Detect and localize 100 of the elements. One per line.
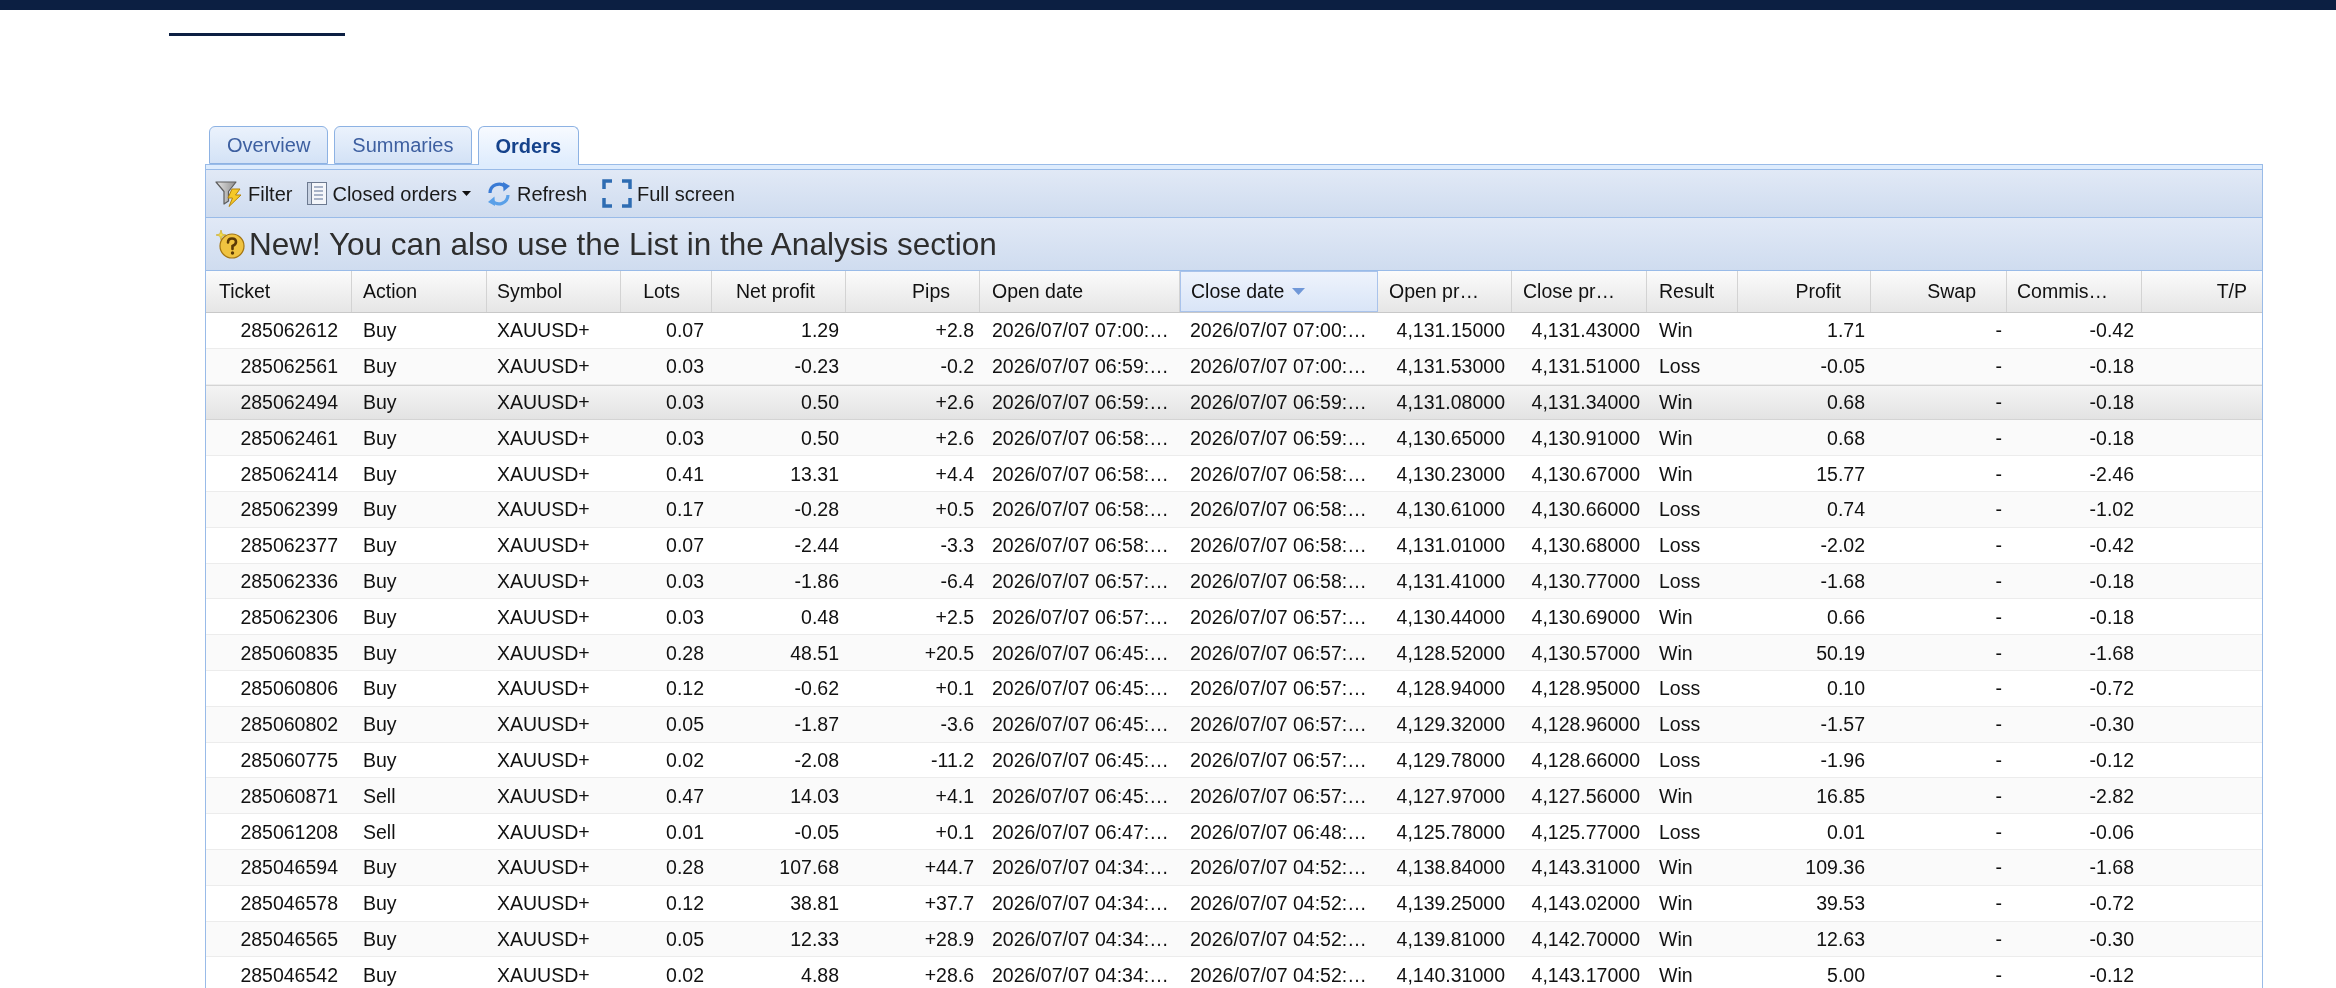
table-cell-text: 1.29	[800, 319, 840, 342]
column-header[interactable]: Symbol	[487, 271, 621, 312]
column-header[interactable]: T/P	[2142, 271, 2262, 312]
table-cell-text: Loss	[1658, 820, 1702, 843]
column-header[interactable]: Close date	[1180, 271, 1378, 312]
table-cell-text: 0.07	[665, 319, 705, 342]
table-cell-text: Win	[1658, 605, 1694, 628]
table-cell-text: 285046594	[239, 856, 339, 879]
table-cell-text: XAUUSD+	[496, 426, 591, 449]
table-cell-text: Buy	[362, 963, 398, 986]
table-cell-text: 0.01	[665, 820, 705, 843]
table-cell-text: Win	[1658, 892, 1694, 915]
table-cell-text: 4,127.97000	[1395, 784, 1506, 807]
table-cell-text: Buy	[362, 677, 398, 700]
table-row[interactable]: 285062336 Buy XAUUSD+ 0.03 -1.86 -6.4 2026/07/07 06:57:… 2026/07/07 06:58:… 4,131.41000 4,130.77000 Loss -1.68 - -0.18	[206, 563, 2262, 600]
table-cell-text: 2026/07/07 06:57:…	[1189, 713, 1368, 736]
table-cell-text: -	[1994, 677, 2003, 700]
table-cell-text: 4,130.23000	[1395, 462, 1506, 485]
table-cell-text: 285046565	[239, 927, 339, 950]
table-cell-text: 2026/07/07 06:59:…	[991, 391, 1170, 414]
table-cell-text: -0.42	[2088, 319, 2135, 342]
table-cell-text: 2026/07/07 04:52:…	[1189, 856, 1368, 879]
table-cell-text: 0.03	[665, 605, 705, 628]
table-cell-text: Buy	[362, 426, 398, 449]
table-cell-text: Buy	[362, 498, 398, 521]
table-cell-text: Sell	[362, 784, 397, 807]
table-row[interactable]: 285062561 Buy XAUUSD+ 0.03 -0.23 -0.2 2026/07/07 06:59:… 2026/07/07 07:00:… 4,131.53000 4,131.51000 Loss -0.05 - -0.18	[206, 348, 2262, 385]
table-cell-text: 4,125.78000	[1395, 820, 1506, 843]
table-row[interactable]: 285046565 Buy XAUUSD+ 0.05 12.33 +28.9 2026/07/07 04:34:… 2026/07/07 04:52:… 4,139.81000 4,142.70000 Win 12.63 - -0.30	[206, 921, 2262, 958]
table-cell-text: 285062461	[239, 426, 339, 449]
menu-button[interactable]: Closed orders	[304, 176, 474, 211]
table-cell-text: -	[1994, 856, 2003, 879]
table-cell-text: 2026/07/07 06:57:…	[1189, 784, 1368, 807]
question-mark-icon	[215, 229, 245, 259]
table-cell-text: XAUUSD+	[496, 462, 591, 485]
table-row[interactable]: 285046594 Buy XAUUSD+ 0.28 107.68 +44.7 2026/07/07 04:34:… 2026/07/07 04:52:… 4,138.84000 4,143.31000 Win 109.36 - -1.68	[206, 849, 2262, 886]
table-cell-text: -0.18	[2088, 355, 2135, 378]
table-cell-text: 13.31	[789, 462, 840, 485]
table-cell-text: -0.72	[2088, 892, 2135, 915]
table-cell-text: -0.12	[2088, 748, 2135, 771]
column-header[interactable]: Lots	[621, 271, 712, 312]
table-cell-text: +4.1	[934, 784, 975, 807]
table-cell-text: -0.42	[2088, 534, 2135, 557]
filter-button[interactable]: Filter	[212, 176, 296, 211]
table-cell-text: 4,128.94000	[1395, 677, 1506, 700]
table-cell-text: -0.05	[793, 820, 840, 843]
table-cell-text: Loss	[1658, 713, 1702, 736]
table-cell-text: 2026/07/07 06:45:…	[991, 748, 1170, 771]
column-header[interactable]: Open pr…	[1378, 271, 1512, 312]
table-cell-text: Buy	[362, 462, 398, 485]
table-cell-text: 2026/07/07 06:59:…	[1189, 391, 1368, 414]
tab[interactable]: Overview	[209, 126, 329, 164]
table-row[interactable]: 285062399 Buy XAUUSD+ 0.17 -0.28 +0.5 2026/07/07 06:58:… 2026/07/07 06:58:… 4,130.61000 4,130.66000 Loss 0.74 - -1.02	[206, 492, 2262, 528]
column-header[interactable]: Commis…	[2007, 271, 2142, 312]
table-cell-text: -11.2	[930, 748, 975, 771]
fullscreen-button[interactable]: Full screen	[599, 176, 738, 211]
table-cell-text: 4,138.84000	[1395, 856, 1506, 879]
table-cell-text: Buy	[362, 856, 398, 879]
table-cell-text: 2026/07/07 06:45:…	[991, 713, 1170, 736]
table-cell-text: Buy	[362, 641, 398, 664]
column-header[interactable]: Result	[1647, 271, 1738, 312]
table-cell-text: 4,128.95000	[1530, 677, 1641, 700]
tab[interactable]: Orders	[477, 126, 580, 165]
table-cell-text: Buy	[362, 534, 398, 557]
table-row[interactable]: 285062494 Buy XAUUSD+ 0.03 0.50 +2.6 2026/07/07 06:59:… 2026/07/07 06:59:… 4,131.08000 4,131.34000 Win 0.68 - -0.18	[206, 384, 2262, 421]
table-cell-text: 4,142.70000	[1530, 927, 1641, 950]
table-cell-text: -	[1994, 569, 2003, 592]
table-cell-text: Win	[1658, 319, 1694, 342]
table-row[interactable]: 285060871 Sell XAUUSD+ 0.47 14.03 +4.1 2026/07/07 06:45:… 2026/07/07 06:57:… 4,127.97000 4,127.56000 Win 16.85 - -2.82	[206, 778, 2262, 815]
table-row[interactable]: 285060802 Buy XAUUSD+ 0.05 -1.87 -3.6 2026/07/07 06:45:… 2026/07/07 06:57:… 4,129.32000 4,128.96000 Loss -1.57 - -0.30	[206, 706, 2262, 743]
table-cell-text: 285060871	[239, 784, 339, 807]
tab[interactable]: Summaries	[334, 126, 472, 164]
column-header[interactable]: Net profit	[712, 271, 846, 312]
table-cell-text: 0.03	[665, 391, 705, 414]
table-cell-text: XAUUSD+	[496, 605, 591, 628]
table-cell-text: -1.86	[793, 569, 840, 592]
table-cell-text: 2026/07/07 06:59:…	[991, 355, 1170, 378]
table-cell-text: 2026/07/07 06:57:…	[1189, 605, 1368, 628]
table-cell-text: -0.62	[793, 677, 840, 700]
table-cell-text: -	[1994, 963, 2003, 986]
table-cell-text: 2026/07/07 04:34:…	[991, 927, 1170, 950]
column-header[interactable]: Swap	[1871, 271, 2007, 312]
table-row[interactable]: 285060835 Buy XAUUSD+ 0.28 48.51 +20.5 2026/07/07 06:45:… 2026/07/07 06:57:… 4,128.52000 4,130.57000 Win 50.19 - -1.68	[206, 635, 2262, 671]
column-header[interactable]: Pips	[846, 271, 980, 312]
table-row[interactable]: 285062461 Buy XAUUSD+ 0.03 0.50 +2.6 2026/07/07 06:58:… 2026/07/07 06:59:… 4,130.65000 4,130.91000 Win 0.68 - -0.18	[206, 420, 2262, 457]
table-cell-text: -0.18	[2088, 569, 2135, 592]
table-cell-text: 39.53	[1815, 892, 1866, 915]
column-header[interactable]: Close pr…	[1512, 271, 1647, 312]
table-cell-text: -0.23	[793, 355, 840, 378]
column-header[interactable]: Profit	[1738, 271, 1871, 312]
table-cell-text: 0.05	[665, 927, 705, 950]
table-cell-text: -	[1994, 927, 2003, 950]
column-header[interactable]: Ticket	[206, 271, 352, 312]
table-cell-text: Loss	[1658, 748, 1702, 771]
column-header[interactable]: Action	[352, 271, 487, 312]
table-cell-text: 2026/07/07 06:58:…	[991, 462, 1170, 485]
table-cell-text: -1.57	[1819, 713, 1866, 736]
table-cell-text: Win	[1658, 462, 1694, 485]
refresh-button[interactable]: Refresh	[482, 176, 590, 211]
table-cell-text: 0.74	[1826, 498, 1866, 521]
